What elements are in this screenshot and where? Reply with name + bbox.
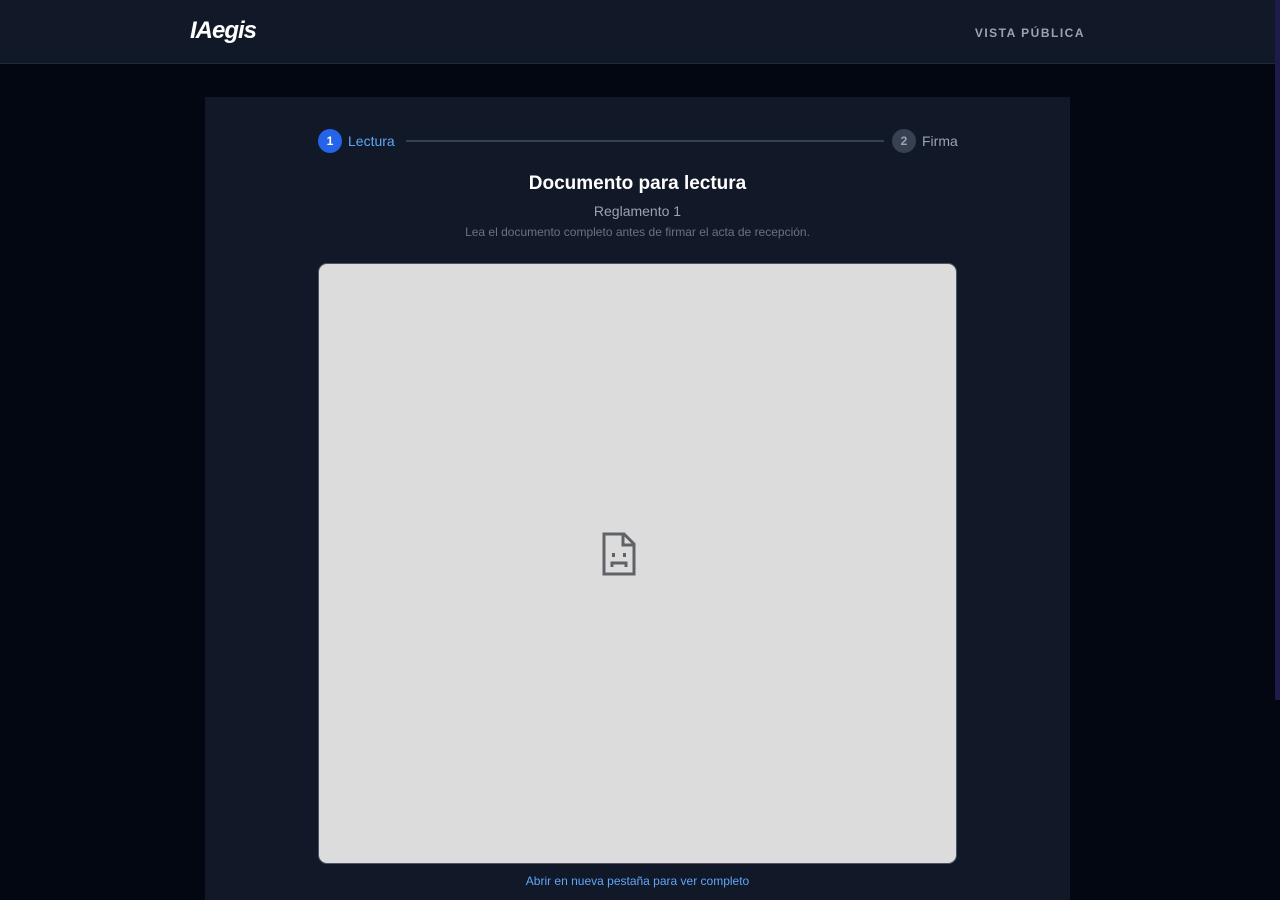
step-2-label: Firma [922, 133, 958, 149]
document-name: Reglamento 1 [593, 203, 682, 219]
document-viewer[interactable] [318, 263, 957, 864]
top-navbar: IAegis VISTA PÚBLICA [0, 0, 1280, 64]
step-1-number: 1 [318, 129, 342, 153]
app-logo[interactable]: IAegis [190, 17, 257, 45]
progress-stepper: 1 Lectura 2 Firma [318, 129, 958, 153]
reading-instructions: Lea el documento completo antes de firma… [465, 225, 810, 239]
document-card: 1 Lectura 2 Firma Documento para lectura… [205, 97, 1070, 900]
open-in-new-tab-link[interactable]: Abrir en nueva pestaña para ver completo [205, 874, 1070, 888]
stepper-connector [406, 140, 884, 142]
step-1-label: Lectura [348, 133, 395, 149]
scrollbar-track[interactable] [1275, 0, 1280, 700]
page-title: Documento para lectura [528, 173, 747, 194]
broken-document-icon [602, 532, 636, 576]
public-view-link[interactable]: VISTA PÚBLICA [975, 26, 1085, 40]
step-2-number: 2 [892, 129, 916, 153]
